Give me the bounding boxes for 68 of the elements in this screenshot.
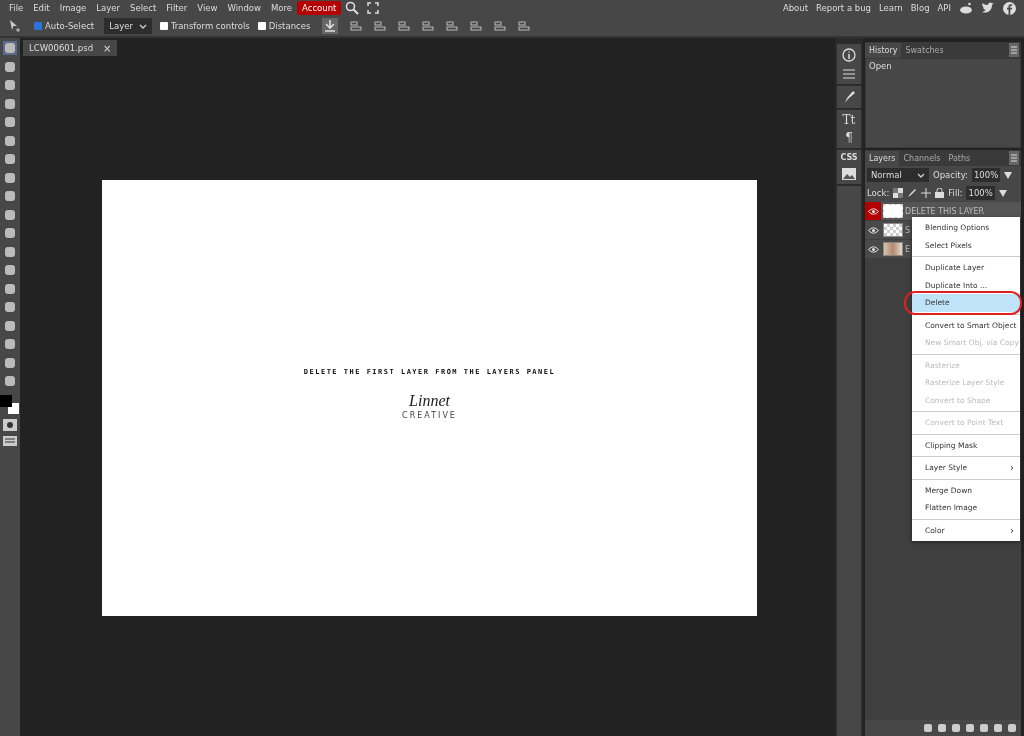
move-icon[interactable] [921, 188, 932, 198]
logo-subtitle: CREATIVE [402, 411, 457, 420]
menu-item[interactable]: Filter [161, 1, 193, 15]
adjustments-icon[interactable] [842, 68, 856, 80]
panel-tab[interactable]: History [865, 42, 902, 58]
download-icon[interactable] [322, 18, 339, 34]
keyboard-icon[interactable] [3, 435, 17, 446]
lock-pixels-icon[interactable] [893, 188, 904, 198]
layer-thumbnail [883, 204, 903, 218]
eye-icon[interactable] [867, 207, 879, 215]
nav-link[interactable]: Report a bug [812, 3, 875, 13]
fill-label: Fill: [948, 188, 963, 198]
dropdown-arrow-icon[interactable] [998, 189, 1007, 197]
image-icon[interactable] [842, 168, 856, 180]
layer-thumbnail [883, 223, 903, 237]
nav-link[interactable]: Learn [875, 3, 907, 13]
layer-thumbnail [883, 242, 903, 256]
panel-tab[interactable]: Channels [899, 150, 945, 166]
eye-icon[interactable] [867, 226, 879, 234]
paragraph-panel-button[interactable]: ¶ [845, 132, 853, 144]
lock-label: Lock: [867, 188, 890, 198]
menu-item[interactable]: Account [297, 1, 342, 15]
quick-mask-icon[interactable] [3, 419, 17, 431]
menu-item[interactable]: Layer [91, 1, 126, 15]
chevron-icon [138, 23, 147, 29]
reddit-icon[interactable] [959, 2, 973, 14]
close-icon[interactable]: × [103, 42, 112, 54]
css-panel-button[interactable]: CSS [840, 154, 858, 162]
opacity-label: Opacity: [933, 170, 968, 180]
nav-link[interactable]: About [778, 3, 812, 13]
menu-item[interactable]: View [192, 1, 223, 15]
menu-item[interactable]: File [4, 1, 29, 15]
menu-item[interactable]: Select [125, 1, 162, 15]
menu-item[interactable]: More [266, 1, 298, 15]
opacity-field[interactable]: 100% [971, 168, 1001, 182]
panel-tab[interactable]: Swatches [901, 42, 948, 58]
auto-select-checkbox[interactable]: Auto-Select [34, 21, 95, 31]
eye-icon[interactable] [867, 245, 879, 253]
nav-link[interactable]: API [933, 3, 955, 13]
layer-name: DELETE THIS LAYER [905, 206, 985, 216]
character-panel-button[interactable]: Tt [842, 114, 856, 126]
menu-item[interactable]: Image [54, 1, 92, 15]
layer-name: S [905, 225, 911, 235]
nav-link[interactable]: Blog [906, 3, 934, 13]
target-dropdown[interactable]: Layer [104, 18, 152, 34]
search-icon[interactable] [345, 1, 360, 15]
blend-mode-dropdown[interactable]: Normal [867, 168, 929, 182]
info-icon[interactable] [842, 48, 856, 62]
panel-tab[interactable]: Paths [944, 150, 975, 166]
menu-item[interactable]: Window [222, 1, 266, 15]
color-swatches-icon[interactable] [0, 394, 20, 415]
history-entry[interactable]: Open [869, 61, 892, 71]
dropdown-arrow-icon[interactable] [1004, 171, 1013, 179]
transform-controls-checkbox[interactable]: Transform controls [159, 21, 250, 31]
fill-field[interactable]: 100% [966, 186, 995, 200]
layer-name: E [905, 244, 911, 254]
document-tab[interactable]: LCW00601.psd × [23, 40, 118, 56]
distances-checkbox[interactable]: Distances [257, 21, 311, 31]
panel-tab[interactable]: Layers [865, 150, 900, 166]
align-left-icon[interactable] [350, 20, 363, 32]
lock-icon[interactable] [935, 188, 945, 198]
chevron-icon [917, 172, 925, 178]
layer-row[interactable]: DELETE THIS LAYER [865, 202, 1021, 220]
twitter-icon[interactable] [981, 2, 995, 14]
logo-text: Linnet [409, 392, 450, 410]
menu-item[interactable]: Edit [28, 1, 55, 15]
facebook-icon[interactable] [1003, 1, 1016, 15]
fullscreen-icon[interactable] [367, 2, 380, 14]
